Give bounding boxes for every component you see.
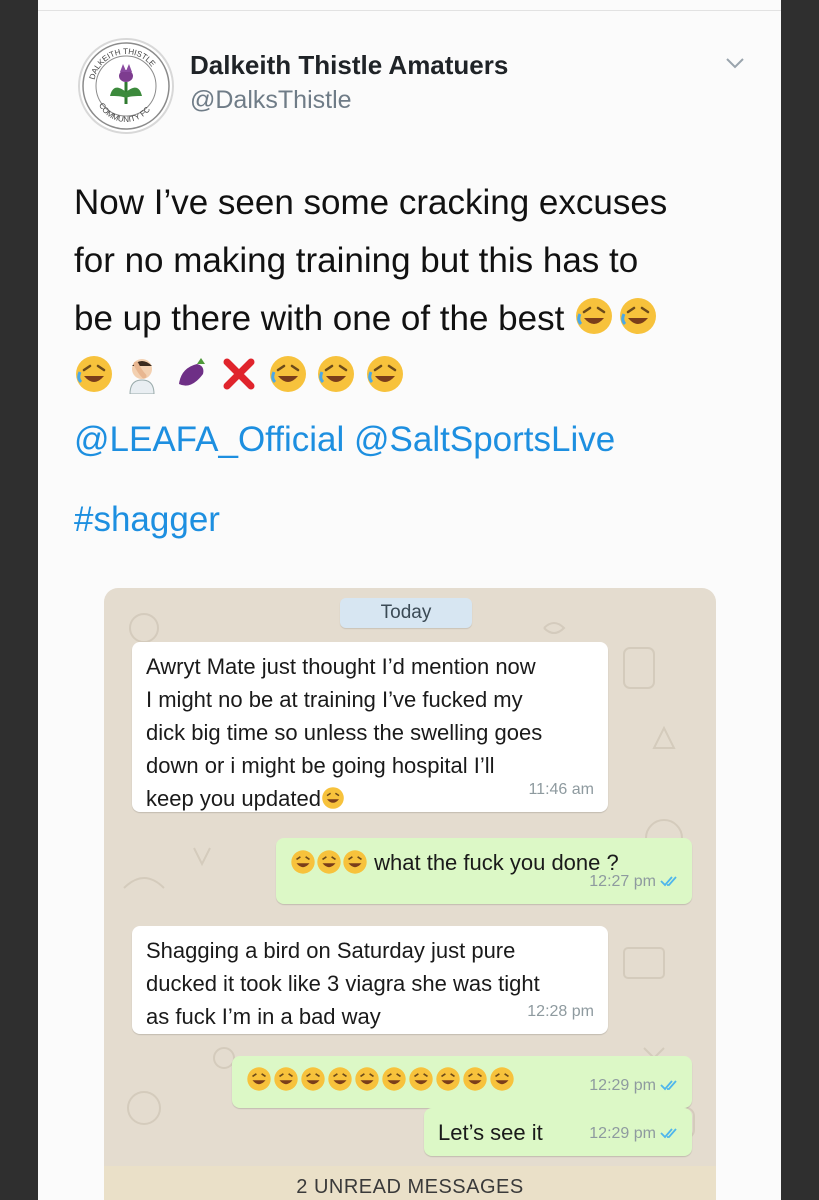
rofl-icon xyxy=(317,850,341,874)
message-time: 12:29 pm xyxy=(589,1117,678,1150)
rofl-icon xyxy=(463,1067,487,1091)
tweet-text-line: be up there with one of the best xyxy=(74,290,754,348)
left-frame-border xyxy=(0,0,38,1200)
chevron-down-icon[interactable] xyxy=(724,52,746,74)
rofl-icon xyxy=(382,1067,406,1091)
message-line: Shagging a bird on Saturday just pure xyxy=(146,938,516,963)
rofl-icon xyxy=(366,356,403,392)
message-text: what the fuck you done ? xyxy=(290,846,619,879)
rofl-icon xyxy=(301,1067,325,1091)
rofl-icon xyxy=(274,1067,298,1091)
rofl-icon xyxy=(318,356,355,392)
rofl-icon xyxy=(328,1067,352,1091)
message-time: 12:27 pm xyxy=(589,865,678,898)
message-line: I might no be at training I’ve fucked my xyxy=(146,687,523,712)
message-line: keep you updated xyxy=(146,786,321,811)
facepalm-icon xyxy=(129,359,155,394)
tweet-text: Now I’ve seen some cracking excuses for … xyxy=(74,174,754,348)
message-time: 12:29 pm xyxy=(589,1069,678,1102)
hashtag-link[interactable]: #shagger xyxy=(74,500,220,540)
tweet-card: DALKEITH THISTLE COMMUNITY FC Dalkeith T… xyxy=(38,0,781,1200)
rofl-icon xyxy=(490,1067,514,1091)
outgoing-message-bubble[interactable]: what the fuck you done ? 12:27 pm xyxy=(276,838,692,904)
eggplant-icon xyxy=(178,358,205,386)
club-crest-icon: DALKEITH THISTLE COMMUNITY FC xyxy=(82,42,170,130)
top-divider xyxy=(38,10,781,11)
message-text: Awryt Mate just thought I’d mention now … xyxy=(146,650,542,815)
rofl-icon xyxy=(291,850,315,874)
cross-mark-icon xyxy=(223,358,255,390)
rofl-icon xyxy=(322,787,344,809)
rofl-icon xyxy=(355,1067,379,1091)
message-time: 12:28 pm xyxy=(527,1003,594,1020)
message-line: dick big time so unless the swelling goe… xyxy=(146,720,543,745)
unread-messages-banner: 2 UNREAD MESSAGES xyxy=(104,1166,716,1200)
message-line: as fuck I’m in a bad way xyxy=(146,1004,381,1029)
rofl-icon xyxy=(343,850,367,874)
message-text: Shagging a bird on Saturday just pure du… xyxy=(146,934,540,1033)
rofl-icon xyxy=(436,1067,460,1091)
rofl-icon xyxy=(269,356,306,392)
outgoing-message-bubble[interactable]: Let’s see it 12:29 pm xyxy=(424,1108,692,1156)
double-check-icon xyxy=(660,876,677,887)
mentions: @LEAFA_Official @SaltSportsLive xyxy=(74,420,615,460)
avatar[interactable]: DALKEITH THISTLE COMMUNITY FC xyxy=(78,38,174,134)
chat-screenshot: Today Awryt Mate just thought I’d mentio… xyxy=(104,588,716,1200)
message-line: Awryt Mate just thought I’d mention now xyxy=(146,654,536,679)
tweet-text-line: Now I’ve seen some cracking excuses xyxy=(74,183,668,222)
author-name[interactable]: Dalkeith Thistle Amatuers xyxy=(190,50,508,81)
rofl-icon xyxy=(576,298,613,334)
double-check-icon xyxy=(660,1080,677,1091)
author-handle[interactable]: @DalksThistle xyxy=(190,86,352,115)
tweet-text-line: for no making training but this has to xyxy=(74,241,639,280)
emoji-row xyxy=(74,354,409,398)
rofl-icon xyxy=(620,298,657,334)
incoming-message-bubble[interactable]: Shagging a bird on Saturday just pure du… xyxy=(132,926,608,1034)
emoji-strip xyxy=(246,1066,516,1101)
tweet-text-line-content: be up there with one of the best xyxy=(74,299,565,338)
message-time: 11:46 am xyxy=(528,781,594,798)
rofl-icon xyxy=(247,1067,271,1091)
mention-saltsportslive[interactable]: @SaltSportsLive xyxy=(354,420,615,459)
double-check-icon xyxy=(660,1128,677,1139)
message-text: Let’s see it xyxy=(438,1120,543,1145)
message-time-text: 12:27 pm xyxy=(589,873,656,890)
rofl-icon xyxy=(76,356,112,392)
message-line: what the fuck you done ? xyxy=(374,850,619,875)
right-frame-border xyxy=(781,0,819,1200)
mention-leafa[interactable]: @LEAFA_Official xyxy=(74,420,344,459)
message-line-with-emoji: keep you updated xyxy=(146,782,542,815)
outgoing-message-bubble[interactable]: 12:29 pm xyxy=(232,1056,692,1108)
message-line: down or i might be going hospital I’ll xyxy=(146,753,495,778)
date-separator: Today xyxy=(340,598,472,628)
rofl-icon xyxy=(409,1067,433,1091)
incoming-message-bubble[interactable]: Awryt Mate just thought I’d mention now … xyxy=(132,642,608,812)
message-line: ducked it took like 3 viagra she was tig… xyxy=(146,971,540,996)
message-time-text: 12:29 pm xyxy=(589,1077,656,1094)
message-time-text: 12:29 pm xyxy=(589,1125,656,1142)
